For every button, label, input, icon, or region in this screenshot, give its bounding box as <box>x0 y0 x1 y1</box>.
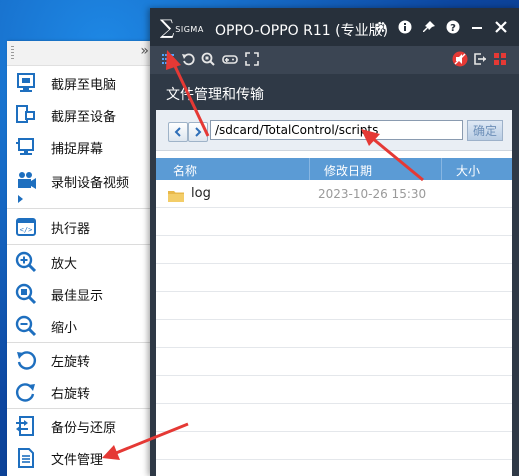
svg-text:</>: </> <box>20 226 33 234</box>
sigma-logo-text: SIGMA <box>175 25 204 34</box>
device-window: ∑ SIGMA OPPO-OPPO R11 (专业版) ? 文件管理和传输 /s… <box>150 8 519 476</box>
table-row <box>156 264 512 292</box>
sound-off-icon[interactable] <box>452 51 468 67</box>
menu-list-icon[interactable] <box>160 51 176 67</box>
rotate-right-icon <box>15 381 37 403</box>
menu-item-zoom-out[interactable]: 缩小 <box>7 310 157 342</box>
menu-item-backup-restore[interactable]: 备份与还原 <box>7 410 157 442</box>
menu-item-rotate-left[interactable]: 左旋转 <box>7 344 157 376</box>
best-fit-icon <box>15 283 37 305</box>
menu-item-record-video[interactable]: 录制设备视频 <box>7 163 157 199</box>
menu-item-label: 执行器 <box>51 221 91 237</box>
backup-restore-icon <box>15 415 37 437</box>
menu-item-label: 备份与还原 <box>51 420 117 436</box>
menu-item-file-manager[interactable]: 文件管理 <box>7 442 157 474</box>
column-divider[interactable] <box>441 158 442 180</box>
table-row[interactable]: log 2023-10-26 15:30 <box>156 180 512 208</box>
menu-item-label: 右旋转 <box>51 386 91 402</box>
sigma-logo-mark: ∑ <box>160 15 175 39</box>
help-icon[interactable]: ? <box>445 19 461 35</box>
drag-grip-icon[interactable] <box>11 46 14 60</box>
window-controls: ? <box>373 19 509 35</box>
zoom-out-icon <box>15 315 37 337</box>
chevron-right-icon <box>195 127 202 137</box>
folder-icon <box>168 187 184 206</box>
file-name: log <box>191 186 211 201</box>
menu-item-label: 捕捉屏幕 <box>51 141 104 157</box>
column-divider[interactable] <box>309 158 310 180</box>
menu-item-executor[interactable]: </> 执行器 <box>7 211 157 243</box>
menu-divider <box>7 244 157 245</box>
table-row <box>156 348 512 376</box>
menu-item-capture-screen[interactable]: 捕捉屏幕 <box>7 131 157 163</box>
window-toolbar <box>150 46 519 74</box>
screenshot-to-pc-icon <box>15 72 37 94</box>
record-video-icon <box>15 170 37 192</box>
file-manager-panel: /sdcard/TotalControl/scripts 确定 名称 修改日期 … <box>156 110 512 476</box>
table-row <box>156 208 512 236</box>
zoom-in-icon <box>15 251 37 273</box>
close-icon[interactable] <box>493 19 509 35</box>
table-row <box>156 236 512 264</box>
settings-gear-icon[interactable] <box>373 19 389 35</box>
confirm-button[interactable]: 确定 <box>467 120 503 141</box>
menu-item-label: 放大 <box>51 256 78 272</box>
menu-item-screenshot-to-pc[interactable]: 截屏至电脑 <box>7 67 157 99</box>
exit-icon[interactable] <box>472 51 488 67</box>
menu-item-label: 文件管理 <box>51 452 104 468</box>
menu-item-label: 截屏至电脑 <box>51 77 117 93</box>
svg-text:?: ? <box>450 23 456 34</box>
back-button[interactable] <box>168 122 188 142</box>
section-title: 文件管理和传输 <box>166 87 264 103</box>
executor-icon: </> <box>15 216 37 238</box>
menu-item-rotate-right[interactable]: 右旋转 <box>7 376 157 408</box>
menu-item-zoom-in[interactable]: 放大 <box>7 246 157 278</box>
menu-item-label: 最佳显示 <box>51 288 104 304</box>
column-header-name[interactable]: 名称 <box>173 162 197 179</box>
column-header-size[interactable]: 大小 <box>456 162 480 179</box>
table-row <box>156 376 512 404</box>
menu-item-label: 缩小 <box>51 320 78 336</box>
tool-menu-panel: » 截屏至电脑 截屏至设备 捕捉屏幕 录制设备视频 </> 执行器 放大 最佳显… <box>7 41 157 476</box>
title-bar[interactable]: ∑ SIGMA OPPO-OPPO R11 (专业版) ? <box>150 8 519 46</box>
table-row <box>156 404 512 432</box>
menu-divider <box>7 342 157 343</box>
column-header-modified[interactable]: 修改日期 <box>324 162 372 179</box>
sigma-logo: ∑ SIGMA <box>160 15 204 39</box>
info-icon[interactable] <box>397 19 413 35</box>
file-modified: 2023-10-26 15:30 <box>318 187 427 201</box>
path-bar: /sdcard/TotalControl/scripts 确定 <box>156 110 512 151</box>
minimize-icon[interactable] <box>469 19 485 35</box>
refresh-icon[interactable] <box>180 51 196 67</box>
submenu-arrow-icon[interactable] <box>18 195 23 203</box>
menu-divider <box>7 208 157 209</box>
menu-item-label: 截屏至设备 <box>51 109 117 125</box>
menu-item-screenshot-to-device[interactable]: 截屏至设备 <box>7 99 157 131</box>
zoom-icon[interactable] <box>200 51 216 67</box>
menu-item-label: 录制设备视频 <box>51 175 130 191</box>
table-row <box>156 432 512 460</box>
file-manager-icon <box>15 447 37 469</box>
forward-button[interactable] <box>188 122 208 142</box>
table-row <box>156 292 512 320</box>
path-input[interactable]: /sdcard/TotalControl/scripts <box>210 120 463 140</box>
table-row <box>156 320 512 348</box>
rotate-left-icon <box>15 349 37 371</box>
file-table-header: 名称 修改日期 大小 <box>156 158 512 180</box>
menu-header: » <box>7 41 157 66</box>
chevron-left-icon <box>174 127 181 137</box>
collapse-icon[interactable]: » <box>140 43 149 59</box>
gamepad-icon[interactable] <box>222 51 238 67</box>
menu-item-label: 左旋转 <box>51 354 91 370</box>
file-transfer-header: 文件管理和传输 <box>150 74 519 110</box>
menu-divider <box>7 408 157 409</box>
capture-screen-icon <box>15 136 37 158</box>
pin-icon[interactable] <box>421 19 437 35</box>
fullscreen-icon[interactable] <box>244 51 260 67</box>
apps-grid-icon[interactable] <box>492 51 508 67</box>
window-title: OPPO-OPPO R11 (专业版) <box>215 23 389 39</box>
screenshot-to-device-icon <box>15 104 37 126</box>
menu-item-best-fit[interactable]: 最佳显示 <box>7 278 157 310</box>
